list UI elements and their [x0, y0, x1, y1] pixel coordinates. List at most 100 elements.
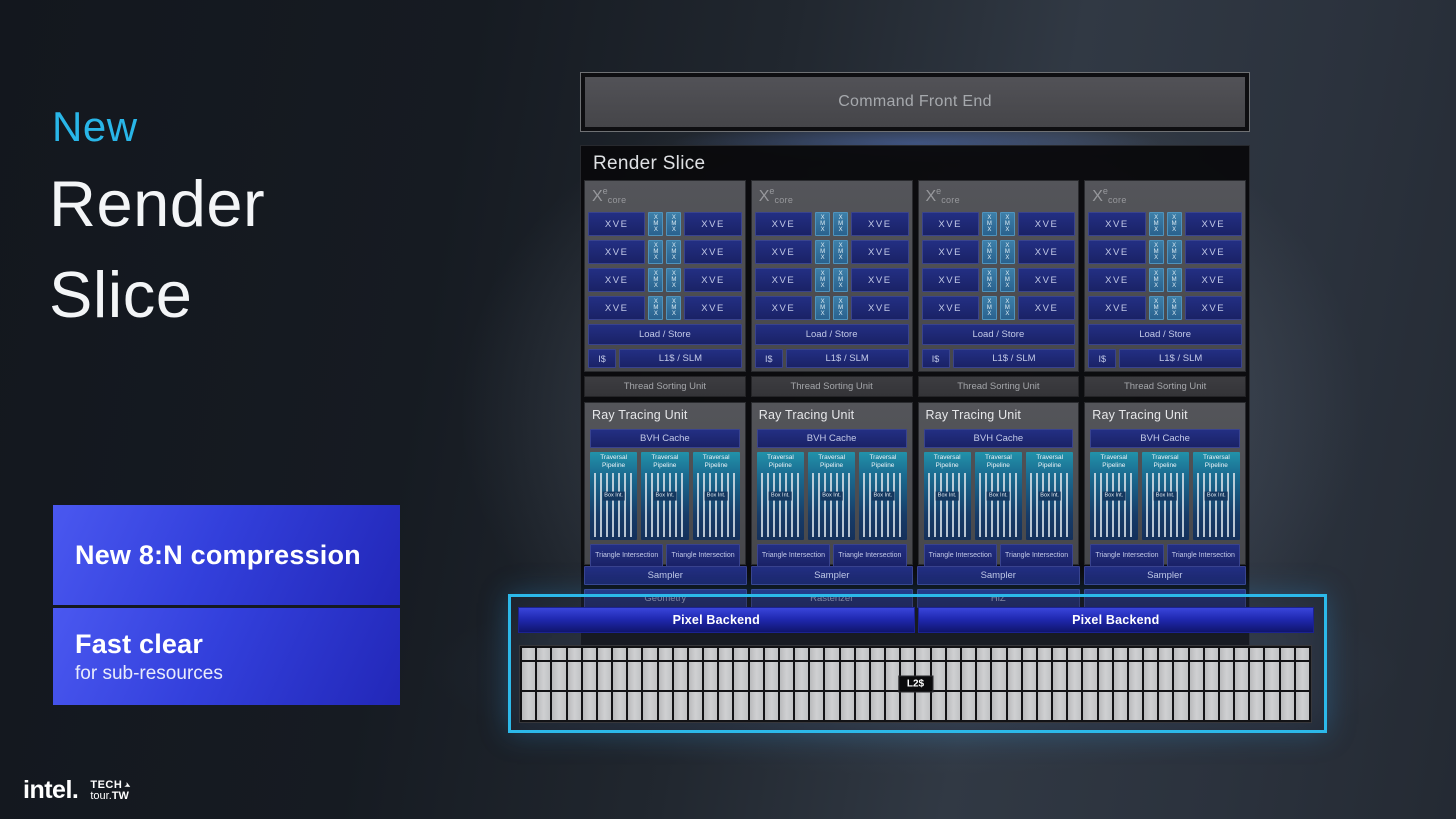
cache-row: I$ L1$ / SLM [754, 349, 909, 368]
xe-core-block: Xecore XVE XMX XMX XVE XVE XMX XMX XVE X… [584, 180, 746, 372]
xve-unit: XVE [684, 240, 742, 264]
l2-cache-label: L2$ [897, 675, 934, 693]
xve-row: XVE XMX XMX XVE [754, 240, 909, 264]
slide: New Render Slice New 8:N compression Fas… [0, 0, 1456, 819]
box-intersection-label: Box Int. [602, 491, 625, 501]
l2-cache-cell [840, 692, 854, 721]
l2-cache-cell [688, 662, 703, 691]
traversal-pipeline-label: Traversal Pipeline [933, 454, 961, 470]
l2-cache-cell [522, 692, 536, 721]
l2-cache-cell [931, 692, 945, 721]
cache-row: I$ L1$ / SLM [921, 349, 1076, 368]
l2-cache-cell [1159, 692, 1173, 721]
box-intersection-label: Box Int. [871, 491, 895, 501]
xmx-unit: XMX [1148, 212, 1164, 236]
l2-cache-cell [628, 648, 642, 661]
l2-cache-cell [1053, 692, 1067, 721]
xve-unit: XVE [921, 268, 979, 292]
l2-cache-cell [810, 662, 824, 691]
xmx-unit: XMX [666, 240, 682, 264]
xve-row: XVE XMX XMX XVE [588, 240, 742, 264]
l2-cache-cell [719, 648, 733, 661]
instruction-cache: I$ [754, 349, 783, 368]
l2-cache-cell [779, 648, 794, 661]
traversal-pipeline: Traversal Pipeline Box Int. [590, 452, 638, 540]
xve-unit: XVE [588, 240, 646, 264]
l2-cache-cell [946, 648, 960, 661]
l2-cache-cell [1250, 648, 1264, 661]
triangle-intersection-unit: Triangle Intersection [1166, 544, 1240, 568]
l2-cache-cell [1128, 648, 1143, 661]
pixel-backend-unit: Pixel Backend [518, 607, 915, 633]
l2-cache-cell [840, 648, 854, 661]
ray-tracing-unit-title: Ray Tracing Unit [925, 408, 1022, 422]
l2-cache-cell [1053, 648, 1067, 661]
l2-cache-cell [1235, 692, 1249, 721]
eyebrow-new: New [52, 103, 138, 150]
traversal-pipeline-label: Traversal Pipeline [869, 454, 897, 470]
l2-cache-cell [916, 648, 930, 661]
l2-cache-cell [992, 662, 1006, 691]
xve-row: XVE XMX XMX XVE [921, 268, 1076, 292]
traversal-pipelines: Traversal Pipeline Box Int. Traversal Pi… [1090, 452, 1240, 540]
ray-tracing-unit-title: Ray Tracing Unit [758, 408, 855, 422]
instruction-cache: I$ [1088, 349, 1117, 368]
xve-row: XVE XMX XMX XVE [1088, 268, 1242, 292]
l2-cache-cell [567, 692, 581, 721]
l1-slm-cache: L1$ / SLM [1119, 349, 1242, 368]
xve-row: XVE XMX XMX XVE [754, 296, 909, 320]
l2-cache-cell [1098, 662, 1112, 691]
tw-label: TW [111, 790, 129, 802]
l2-cache-cell [946, 692, 960, 721]
l2-cache-cell [658, 662, 672, 691]
xve-unit: XVE [754, 240, 813, 264]
callout-compression-title: New 8:N compression [75, 539, 361, 570]
l2-cache-cell [1235, 662, 1249, 691]
box-intersection-label: Box Int. [1102, 491, 1126, 501]
box-intersection-label: Box Int. [653, 491, 677, 501]
l1-slm-cache: L1$ / SLM [785, 349, 909, 368]
l2-cache-cell [1113, 662, 1127, 691]
xmx-unit: XMX [999, 268, 1015, 292]
xve-row: XVE XMX XMX XVE [588, 212, 742, 236]
xe-core-block: Xecore XVE XMX XMX XVE XVE XMX XMX XVE X… [750, 180, 913, 372]
xve-row: XVE XMX XMX XVE [921, 296, 1076, 320]
l2-cache-cell [825, 692, 839, 721]
l2-cache-cell [704, 662, 718, 691]
l2-cache-cell [1022, 692, 1036, 721]
l2-cache-cell [764, 662, 778, 691]
sampler-unit: Sampler [584, 566, 747, 585]
load-store-unit: Load / Store [588, 324, 742, 345]
l1-slm-cache: L1$ / SLM [619, 349, 742, 368]
l2-cache-cell [1098, 648, 1112, 661]
traversal-pipelines: Traversal Pipeline Box Int. Traversal Pi… [756, 452, 907, 540]
xmx-unit: XMX [1148, 296, 1164, 320]
traversal-pipeline: Traversal Pipeline Box Int. [692, 452, 740, 540]
l2-cache-cell [597, 662, 612, 691]
l2-cache-cell [1144, 662, 1158, 691]
l2-cache-cell [1083, 692, 1097, 721]
l2-cache-cell [1007, 648, 1021, 661]
l2-cache-cell [597, 648, 612, 661]
l2-cache-cell [658, 648, 672, 661]
l2-cache-cell [825, 662, 839, 691]
l2-cache-cell [870, 662, 885, 691]
pipeline-lanes [1030, 473, 1071, 537]
traversal-pipeline: Traversal Pipeline Box Int. [974, 452, 1022, 540]
l2-cache-cell [1083, 648, 1097, 661]
l2-cache-cell [1083, 662, 1097, 691]
l2-cache-cell [1128, 692, 1143, 721]
xmx-unit: XMX [815, 268, 831, 292]
xve-row: XVE XMX XMX XVE [1088, 240, 1242, 264]
ray-tracing-unit-title: Ray Tracing Unit [592, 408, 688, 422]
l2-cache-cell [779, 662, 794, 691]
box-intersection-label: Box Int. [987, 491, 1010, 501]
l2-cache-cell [613, 692, 627, 721]
l2-cache-cell [582, 648, 596, 661]
triangle-intersection-row: Triangle Intersection Triangle Intersect… [1090, 544, 1240, 568]
xe-core-x: X [925, 188, 937, 205]
traversal-pipeline: Traversal Pipeline Box Int. [923, 452, 971, 540]
load-store-unit: Load / Store [754, 324, 909, 345]
xve-unit: XVE [921, 240, 979, 264]
l2-cache-cell [961, 692, 976, 721]
